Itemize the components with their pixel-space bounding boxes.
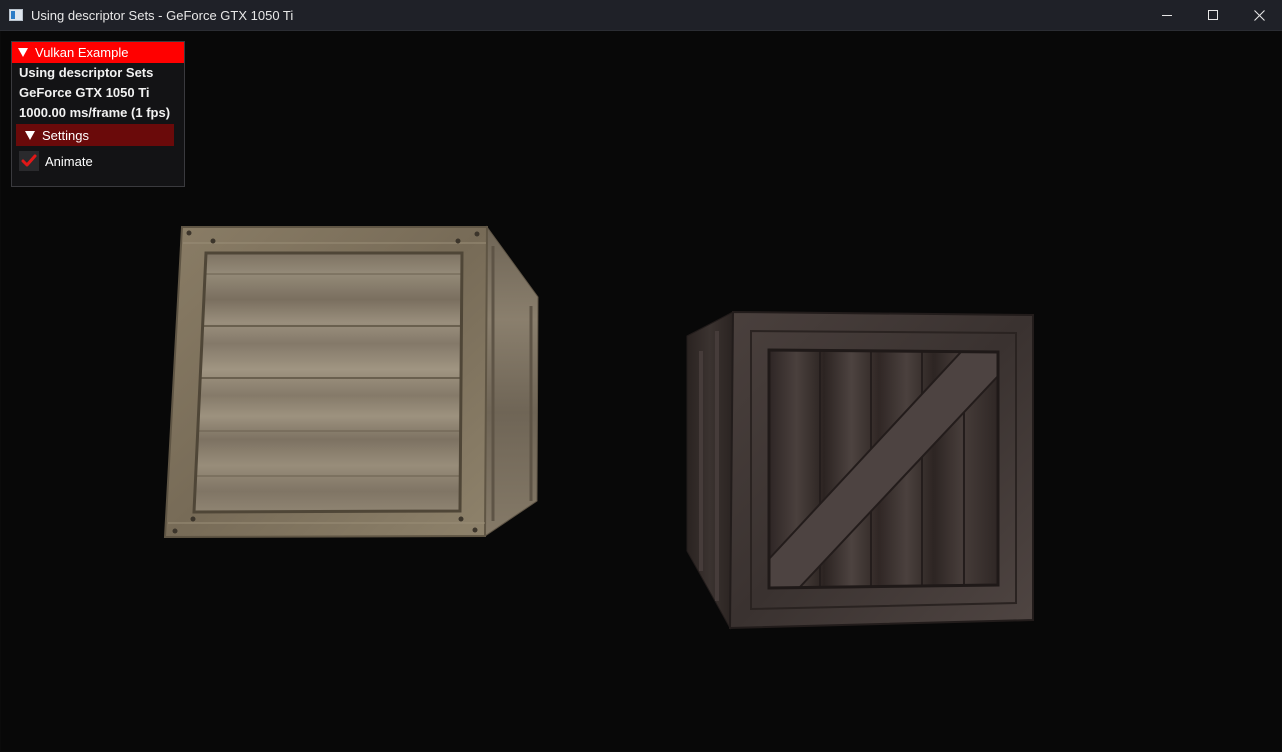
scene-canvas [163,225,1034,630]
settings-triangle-icon [25,130,35,140]
window-title-bar[interactable]: Using descriptor Sets - GeForce GTX 1050… [0,0,1282,31]
maximize-icon [1207,10,1218,20]
frame-time-text: 1000.00 ms/frame (1 fps) [19,105,171,120]
window-controls [1144,0,1282,31]
close-button[interactable] [1236,0,1282,31]
settings-collapsing-header[interactable]: Settings [16,124,174,146]
maximize-button[interactable] [1190,0,1236,31]
dark-wood-crate [686,310,1034,630]
device-name-text: GeForce GTX 1050 Ti [19,85,150,100]
imgui-header-vulkan-example[interactable]: Vulkan Example [12,42,184,63]
render-viewport[interactable] [1,31,1281,751]
settings-header-label: Settings [42,127,89,143]
light-wood-crate [163,225,539,539]
close-icon [1253,10,1265,21]
checkmark-icon [21,154,37,167]
imgui-header-label: Vulkan Example [35,45,129,60]
animate-checkbox-row[interactable]: Animate [12,148,184,174]
minimize-button[interactable] [1144,0,1190,31]
collapse-triangle-icon [18,48,28,57]
app-icon [9,9,23,21]
imgui-window[interactable]: Vulkan Example Using descriptor Sets GeF… [11,41,185,187]
animate-checkbox[interactable] [19,151,39,171]
animate-checkbox-label: Animate [45,153,93,169]
minimize-icon [1161,15,1172,16]
window-title: Using descriptor Sets - GeForce GTX 1050… [31,7,294,23]
example-title-text: Using descriptor Sets [19,65,154,80]
